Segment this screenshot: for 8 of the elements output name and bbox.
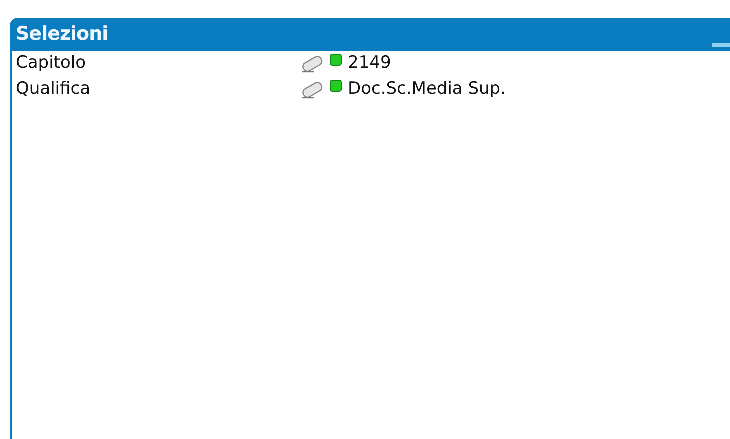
field-label: Capitolo xyxy=(15,52,87,76)
minimize-icon[interactable] xyxy=(712,42,730,46)
field-value: 2149 xyxy=(348,52,392,76)
panel-title: Selezioni xyxy=(16,22,108,48)
status-square-icon xyxy=(330,80,342,92)
status-square-icon xyxy=(330,54,342,66)
field-label: Qualifica xyxy=(15,78,92,102)
field-value: Doc.Sc.Media Sup. xyxy=(348,78,506,102)
